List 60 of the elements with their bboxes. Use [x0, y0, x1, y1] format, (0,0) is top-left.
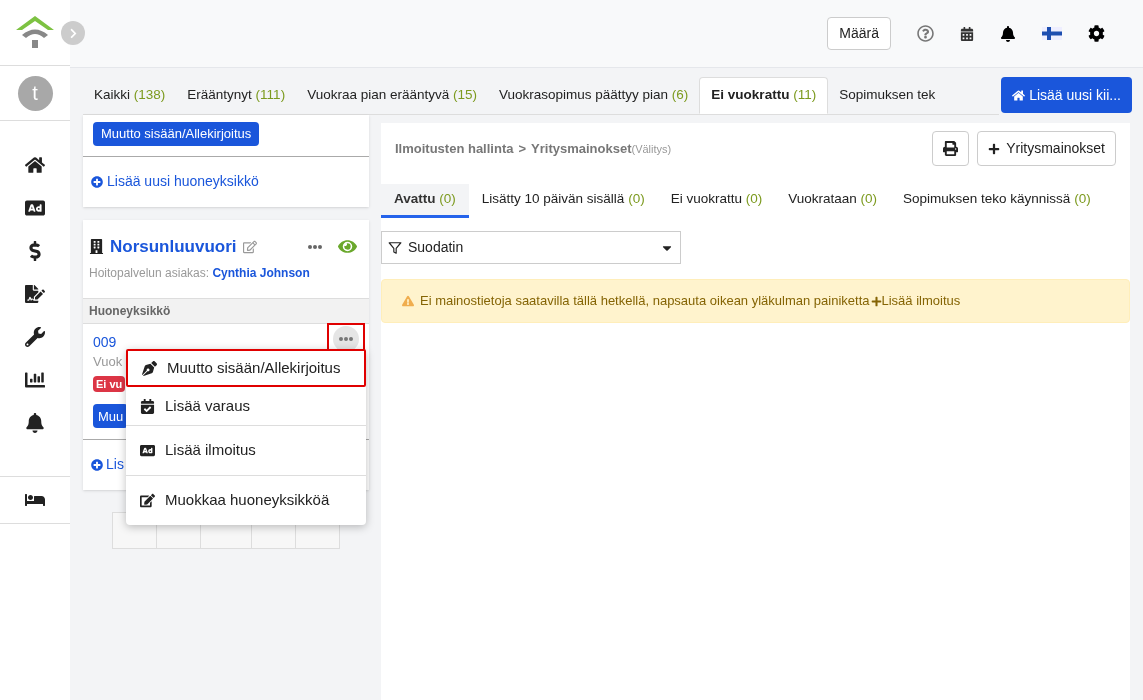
- more-icon: [308, 244, 322, 249]
- help-icon[interactable]: [917, 25, 934, 42]
- breadcrumb-separator: >: [518, 139, 527, 158]
- menu-item[interactable]: Lisää ilmoitus: [126, 425, 366, 475]
- ad-icon: [140, 443, 155, 458]
- wrench-icon[interactable]: [24, 326, 46, 348]
- add-property-button[interactable]: Lisää uusi kii...: [1001, 77, 1132, 113]
- status-tab[interactable]: Vuokraa pian erääntyvä (15): [296, 77, 488, 114]
- ad-tab[interactable]: Ei vuokrattu (0): [657, 184, 776, 218]
- alert-text: Ei mainostietoja saatavilla tällä hetkellä, napsauta oikean yläkulman painiketta: [420, 292, 870, 311]
- property-name[interactable]: Norsunluuvuori: [110, 234, 237, 260]
- flag-icon[interactable]: [1042, 27, 1062, 40]
- unit-status: Vuok: [93, 352, 123, 370]
- calendar-icon: [140, 398, 155, 414]
- breadcrumb-current: Yritysmainokset: [531, 139, 632, 158]
- settings-icon[interactable]: [1088, 25, 1105, 42]
- edit-icon[interactable]: [242, 239, 257, 254]
- building-icon: [89, 239, 104, 255]
- filter-dropdown[interactable]: Suodatin: [381, 231, 681, 264]
- status-badge: Ei vu: [93, 375, 126, 393]
- ad-tab[interactable]: Vuokrataan (0): [775, 184, 891, 218]
- add-unit-link[interactable]: Lis: [91, 454, 124, 476]
- add-ad-link[interactable]: Lisää ilmoitus: [870, 291, 961, 311]
- add-unit-link[interactable]: Lisää uusi huoneyksikkö: [91, 171, 259, 193]
- status-tab[interactable]: Sopimuksen tek: [828, 77, 947, 114]
- breadcrumb-link[interactable]: Ilmoitusten hallinta: [395, 138, 514, 159]
- home-icon: [1012, 88, 1026, 102]
- status-tab[interactable]: Ei vuokrattu (11): [699, 77, 829, 114]
- client-name[interactable]: Cynthia Johnson: [212, 265, 310, 280]
- filter-icon: [388, 240, 402, 255]
- move-in-button[interactable]: Muutto sisään/Allekirjoitus: [93, 121, 260, 146]
- warning-icon: [402, 295, 414, 307]
- print-button[interactable]: [932, 131, 970, 166]
- bell-icon[interactable]: [24, 412, 46, 434]
- add-ad-button[interactable]: Yritysmainokset: [977, 131, 1116, 166]
- calendar-icon[interactable]: [960, 26, 974, 41]
- status-tab[interactable]: Vuokrasopimus päättyy pian (6): [488, 77, 700, 114]
- section-header: Huoneyksikkö: [83, 297, 369, 324]
- menu-item[interactable]: Lisää varaus: [126, 387, 366, 425]
- menu-item[interactable]: Muutto sisään/Allekirjoitus: [126, 349, 366, 387]
- more-icon: [339, 336, 353, 341]
- ad-tab[interactable]: Lisätty 10 päivän sisällä (0): [468, 184, 658, 218]
- menu-item[interactable]: Muokkaa huoneyksikköä: [126, 475, 366, 525]
- plus-icon: [988, 142, 1001, 155]
- move-in-button[interactable]: Muu: [93, 404, 129, 429]
- pen-icon: [142, 360, 157, 376]
- client-label: Hoitopalvelun asiakas:: [89, 265, 210, 280]
- unit-number[interactable]: 009: [93, 331, 117, 350]
- status-tab[interactable]: Kaikki (138): [83, 77, 177, 114]
- amount-button[interactable]: Määrä: [827, 17, 891, 50]
- status-tab[interactable]: Erääntynyt (111): [176, 77, 297, 114]
- breadcrumb-note: (Välitys): [631, 141, 672, 155]
- ad-tab[interactable]: Sopimuksen teko käynnissä (0): [890, 184, 1104, 218]
- ad-tab[interactable]: Avattu (0): [381, 184, 469, 218]
- notification-icon[interactable]: [1000, 25, 1016, 42]
- plus-icon: [870, 295, 882, 307]
- edit-icon: [140, 493, 155, 508]
- signed-document-icon[interactable]: [24, 283, 46, 305]
- print-icon: [943, 141, 959, 156]
- home-icon[interactable]: [24, 154, 46, 176]
